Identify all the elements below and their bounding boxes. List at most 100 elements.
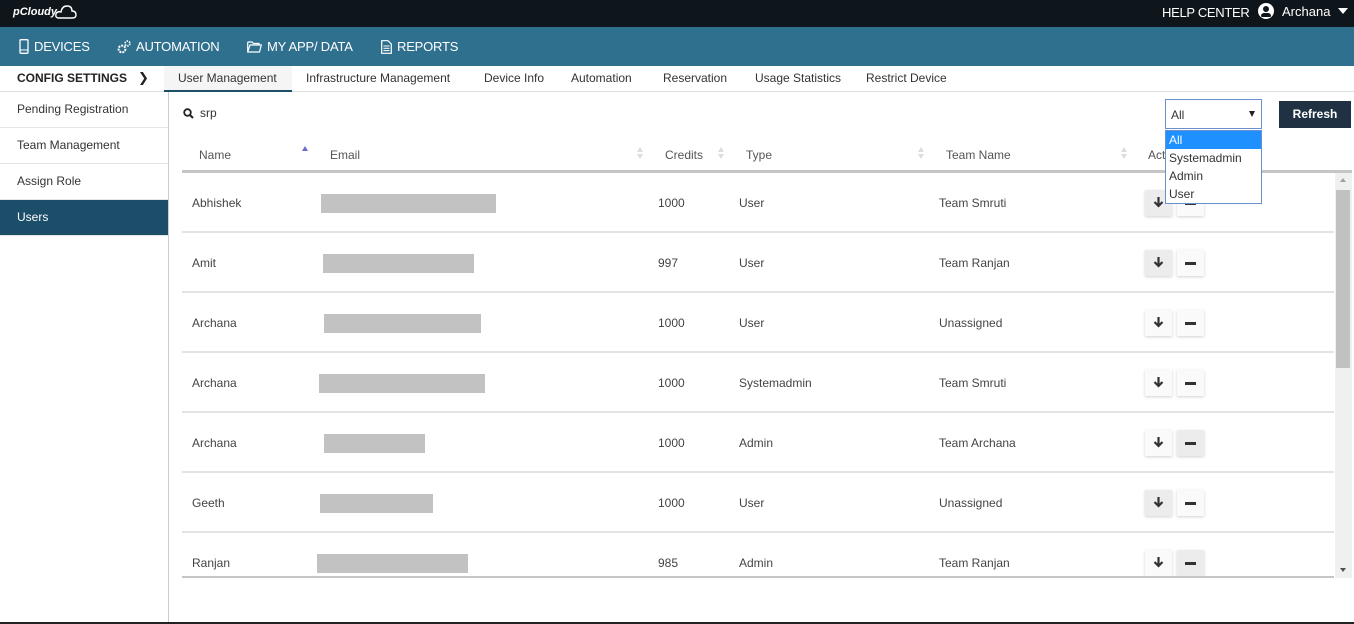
column-header-name[interactable]: Name <box>199 148 231 162</box>
cell-name: Archana <box>192 376 237 390</box>
tab-reservation[interactable]: Reservation <box>663 71 727 85</box>
cell-email-redacted <box>324 314 481 333</box>
user-avatar-icon <box>1258 3 1274 19</box>
column-header-credits[interactable]: Credits <box>665 148 703 162</box>
minus-icon <box>1185 561 1196 565</box>
column-header-email[interactable]: Email <box>330 148 360 162</box>
cell-name: Amit <box>192 256 216 270</box>
arrow-down-icon <box>1153 196 1164 211</box>
sort-icon[interactable] <box>918 147 925 161</box>
cell-team: Team Ranjan <box>939 556 1010 570</box>
cell-email-redacted <box>317 554 468 573</box>
cell-team: Unassigned <box>939 496 1003 510</box>
chevron-right-icon[interactable]: ❯ <box>138 70 149 86</box>
sidebar-item-users[interactable]: Users <box>0 200 168 236</box>
arrow-down-icon <box>1153 436 1164 451</box>
cell-credits: 1000 <box>658 316 685 330</box>
tab-automation[interactable]: Automation <box>571 71 632 85</box>
cell-team: Unassigned <box>939 316 1003 330</box>
download-button[interactable] <box>1145 370 1172 396</box>
option-admin[interactable]: Admin <box>1166 167 1261 185</box>
config-tabs-bar: CONFIG SETTINGS ❯ User Management Infras… <box>0 66 1354 92</box>
scroll-down-icon[interactable] <box>1340 568 1346 572</box>
sort-icon[interactable] <box>637 147 644 161</box>
sort-icon[interactable] <box>718 147 725 161</box>
minus-icon <box>1185 441 1196 445</box>
download-button[interactable] <box>1145 310 1172 336</box>
tab-user-management[interactable]: User Management <box>178 71 277 85</box>
download-button[interactable] <box>1145 430 1172 456</box>
download-button[interactable] <box>1145 550 1172 576</box>
user-menu[interactable]: Archana <box>1258 3 1349 19</box>
download-button[interactable] <box>1145 250 1172 276</box>
arrow-down-icon <box>1153 256 1164 271</box>
cell-type: User <box>739 496 765 510</box>
remove-button[interactable] <box>1177 250 1204 276</box>
download-button[interactable] <box>1145 490 1172 516</box>
refresh-button[interactable]: Refresh <box>1279 101 1351 128</box>
tab-device-info[interactable]: Device Info <box>484 71 544 85</box>
sidebar: Pending Registration Team Management Ass… <box>0 92 169 624</box>
remove-button[interactable] <box>1177 430 1204 456</box>
tab-usage-statistics[interactable]: Usage Statistics <box>755 71 841 85</box>
cell-email-redacted <box>319 374 485 393</box>
cell-credits: 1000 <box>658 496 685 510</box>
cell-name: Geeth <box>192 496 225 510</box>
cell-type: Admin <box>739 436 774 450</box>
nav-reports[interactable]: REPORTS <box>381 39 458 54</box>
cell-type: User <box>739 196 765 210</box>
option-all[interactable]: All <box>1166 131 1261 149</box>
cell-name: Ranjan <box>192 556 231 570</box>
cell-team: Team Smruti <box>939 196 1007 210</box>
user-name: Archana <box>1282 3 1331 19</box>
sort-icon[interactable] <box>1121 147 1128 161</box>
column-header-team-name[interactable]: Team Name <box>946 148 1011 162</box>
sidebar-item-team-management[interactable]: Team Management <box>0 128 168 164</box>
cell-type: User <box>739 316 765 330</box>
arrow-down-icon <box>1153 316 1164 331</box>
search-input[interactable]: srp <box>200 106 217 120</box>
cell-email-redacted <box>320 494 433 513</box>
cell-credits: 1000 <box>658 376 685 390</box>
cell-type: User <box>739 256 765 270</box>
sidebar-item-pending-registration[interactable]: Pending Registration <box>0 92 168 128</box>
column-header-type[interactable]: Type <box>746 148 772 162</box>
cell-team: Team Archana <box>939 436 1016 450</box>
sidebar-item-assign-role[interactable]: Assign Role <box>0 164 168 200</box>
cell-email-redacted <box>323 254 474 273</box>
help-center-link[interactable]: HELP CENTER <box>1162 5 1250 20</box>
minus-icon <box>1185 321 1196 325</box>
minus-icon <box>1185 501 1196 505</box>
cell-credits: 1000 <box>658 196 685 210</box>
arrow-down-icon <box>1153 496 1164 511</box>
scroll-thumb[interactable] <box>1336 190 1350 368</box>
remove-button[interactable] <box>1177 310 1204 336</box>
cell-name: Abhishek <box>192 196 242 210</box>
cell-credits: 1000 <box>658 436 685 450</box>
pcloudy-logo[interactable]: pCloudy <box>13 4 77 20</box>
remove-button[interactable] <box>1177 550 1204 576</box>
document-icon <box>381 39 392 54</box>
table-row: Amit 997 User Team Ranjan <box>182 233 1334 293</box>
arrow-down-icon <box>1153 376 1164 391</box>
nav-devices[interactable]: DEVICES <box>19 39 90 54</box>
nav-my-app-data[interactable]: MY APP/ DATA <box>247 39 353 54</box>
tab-restrict-device[interactable]: Restrict Device <box>866 71 947 85</box>
table-scrollbar[interactable] <box>1335 173 1352 578</box>
table-row: Archana 1000 Admin Team Archana <box>182 413 1334 473</box>
remove-button[interactable] <box>1177 370 1204 396</box>
tab-infrastructure-management[interactable]: Infrastructure Management <box>306 71 450 85</box>
nav-automation[interactable]: AUTOMATION <box>117 39 220 54</box>
option-user[interactable]: User <box>1166 185 1261 203</box>
option-systemadmin[interactable]: Systemadmin <box>1166 149 1261 167</box>
scroll-up-icon[interactable] <box>1340 178 1346 182</box>
search-field[interactable]: srp <box>183 106 217 120</box>
sort-asc-icon[interactable] <box>302 146 309 160</box>
cell-email-redacted <box>321 194 496 213</box>
table-row: Ranjan 985 Admin Team Ranjan <box>182 533 1334 576</box>
type-filter-select[interactable]: All <box>1165 99 1262 129</box>
table-row: Archana 1000 Systemadmin Team Smruti <box>182 353 1334 413</box>
gears-icon <box>117 39 131 54</box>
cell-credits: 985 <box>658 556 679 570</box>
remove-button[interactable] <box>1177 490 1204 516</box>
